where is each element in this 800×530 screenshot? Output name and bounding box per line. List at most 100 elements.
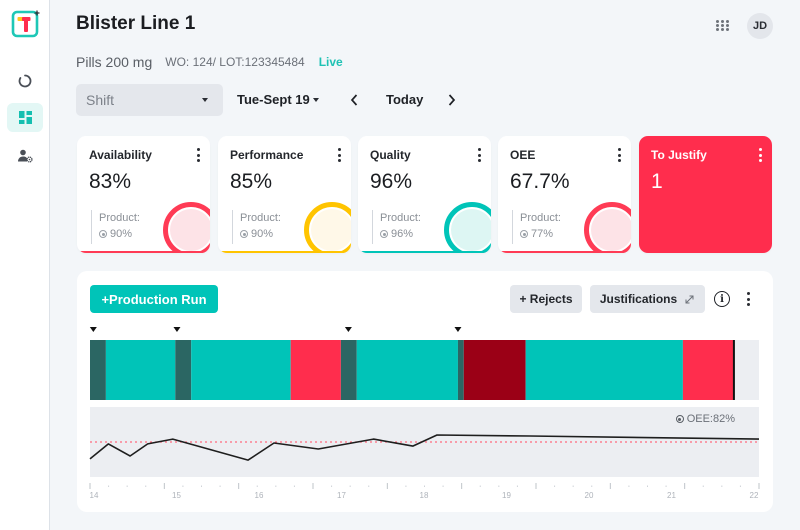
kpi-color-bar <box>77 251 210 253</box>
production-timeline-panel: +Production Run + Rejects Justifications… <box>77 271 773 512</box>
panel-kebab-menu-icon[interactable] <box>746 292 750 306</box>
kpi-value: 85% <box>230 170 273 193</box>
kpi-color-bar <box>498 251 631 253</box>
date-picker[interactable]: Tue-Sept 19 <box>237 92 310 108</box>
timeline-segment-running[interactable] <box>525 340 683 400</box>
product-label: Product: <box>99 212 140 224</box>
info-icon[interactable]: i <box>714 291 730 307</box>
expand-icon <box>685 295 694 303</box>
oee-target-label: OEE:82% <box>675 412 735 426</box>
target-icon <box>675 415 684 423</box>
current-time-line <box>732 340 735 400</box>
timeline-segment-stop[interactable] <box>290 340 341 400</box>
oee-target-text: OEE:82% <box>686 413 735 425</box>
x-tick-label: 15 <box>172 491 181 500</box>
justifications-button[interactable]: Justifications <box>590 285 705 313</box>
timeline-segment-running[interactable] <box>191 340 291 400</box>
kpi-color-bar <box>218 251 351 253</box>
product-name: Pills 200 mg <box>76 54 153 70</box>
product-target: Product: 90% <box>91 210 140 244</box>
kpi-card-to-justify[interactable]: To Justify 1 <box>639 136 772 253</box>
chevron-right-icon[interactable] <box>447 93 457 107</box>
run-marker-icon[interactable] <box>173 327 181 332</box>
timeline-segment-changeover[interactable] <box>457 340 464 400</box>
target-icon <box>380 230 388 238</box>
product-label: Product: <box>380 212 421 224</box>
line-info: Pills 200 mg WO: 124/ LOT:123345484 Live <box>76 53 343 71</box>
shift-dropdown[interactable]: Shift <box>76 84 223 116</box>
sidebar-item-dashboard[interactable] <box>7 103 43 132</box>
kpi-title: Performance <box>230 148 304 162</box>
kpi-title: OEE <box>510 148 536 162</box>
add-rejects-button[interactable]: + Rejects <box>510 285 582 313</box>
production-chart: 14 15 16 17 18 19 20 21 22 <box>89 327 760 500</box>
user-settings-icon <box>17 149 33 163</box>
kebab-menu-icon[interactable] <box>617 148 621 162</box>
add-production-run-button[interactable]: +Production Run <box>90 285 218 313</box>
sidebar-item-user-settings[interactable] <box>7 141 43 170</box>
product-target: Product: 96% <box>372 210 421 244</box>
x-tick-label: 21 <box>667 491 676 500</box>
kebab-menu-icon[interactable] <box>337 148 341 162</box>
target-icon <box>99 230 107 238</box>
kebab-menu-icon[interactable] <box>477 148 481 162</box>
kpi-ring-decoration <box>304 202 351 253</box>
kpi-ring-decoration <box>584 202 631 253</box>
app-logo-icon[interactable] <box>10 8 42 40</box>
kpi-value: 1 <box>651 170 663 193</box>
timeline-segment-running[interactable] <box>356 340 458 400</box>
kpi-value: 67.7% <box>510 170 570 193</box>
date-value: Tue-Sept 19 <box>237 92 310 107</box>
kpi-ring-decoration <box>163 202 210 253</box>
timeline-segment-changeover[interactable] <box>340 340 357 400</box>
product-target-value: 90% <box>110 228 133 240</box>
x-tick-label: 18 <box>420 491 429 500</box>
x-tick-label: 22 <box>750 491 759 500</box>
page-title: Blister Line 1 <box>76 13 196 34</box>
work-order-lot: WO: 124/ LOT:123345484 <box>165 55 305 69</box>
sidebar-item-activity[interactable] <box>7 66 43 95</box>
product-target-value: 90% <box>251 228 274 240</box>
timeline-segment-stop[interactable] <box>682 340 734 400</box>
kpi-card-performance[interactable]: Performance 85% Product: 90% <box>218 136 351 253</box>
kpi-color-bar <box>358 251 491 253</box>
target-icon <box>520 230 528 238</box>
dashboard-icon <box>18 111 32 124</box>
caret-down-icon <box>202 98 208 102</box>
kpi-card-oee[interactable]: OEE 67.7% Product: 77% <box>498 136 631 253</box>
run-marker-icon[interactable] <box>454 327 462 332</box>
target-icon <box>240 230 248 238</box>
timeline-segment-running[interactable] <box>105 340 176 400</box>
x-tick-label: 16 <box>255 491 264 500</box>
kpi-card-quality[interactable]: Quality 96% Product: 96% <box>358 136 491 253</box>
user-avatar[interactable]: JD <box>747 13 773 39</box>
product-target: Product: 90% <box>232 210 281 244</box>
product-label: Product: <box>240 212 281 224</box>
apps-grid-icon[interactable] <box>716 18 730 32</box>
product-target: Product: 77% <box>512 210 561 244</box>
kebab-menu-icon[interactable] <box>196 148 200 162</box>
timeline-bar <box>90 340 759 400</box>
kpi-title: To Justify <box>651 148 707 162</box>
product-target-value: 77% <box>531 228 554 240</box>
kpi-card-availability[interactable]: Availability 83% Product: 90% <box>77 136 210 253</box>
kpi-ring-decoration <box>444 202 491 253</box>
run-markers <box>89 327 462 332</box>
timeline-segment-changeover[interactable] <box>90 340 106 400</box>
today-button[interactable]: Today <box>386 92 423 108</box>
x-tick-label: 19 <box>502 491 511 500</box>
chevron-left-icon[interactable] <box>349 93 359 107</box>
kpi-value: 83% <box>89 170 132 193</box>
product-target-value: 96% <box>391 228 414 240</box>
kpi-title: Quality <box>370 148 411 162</box>
timeline-segment-changeover[interactable] <box>175 340 192 400</box>
timeline-segment-unjustified[interactable] <box>463 340 526 400</box>
date-caret-down-icon[interactable] <box>313 98 319 102</box>
timeline-segment-future[interactable] <box>733 340 759 400</box>
kebab-menu-icon[interactable] <box>758 148 762 162</box>
kpi-title: Availability <box>89 148 152 162</box>
shift-placeholder: Shift <box>86 92 115 108</box>
run-marker-icon[interactable] <box>344 327 352 332</box>
product-label: Product: <box>520 212 561 224</box>
run-marker-icon[interactable] <box>89 327 97 332</box>
